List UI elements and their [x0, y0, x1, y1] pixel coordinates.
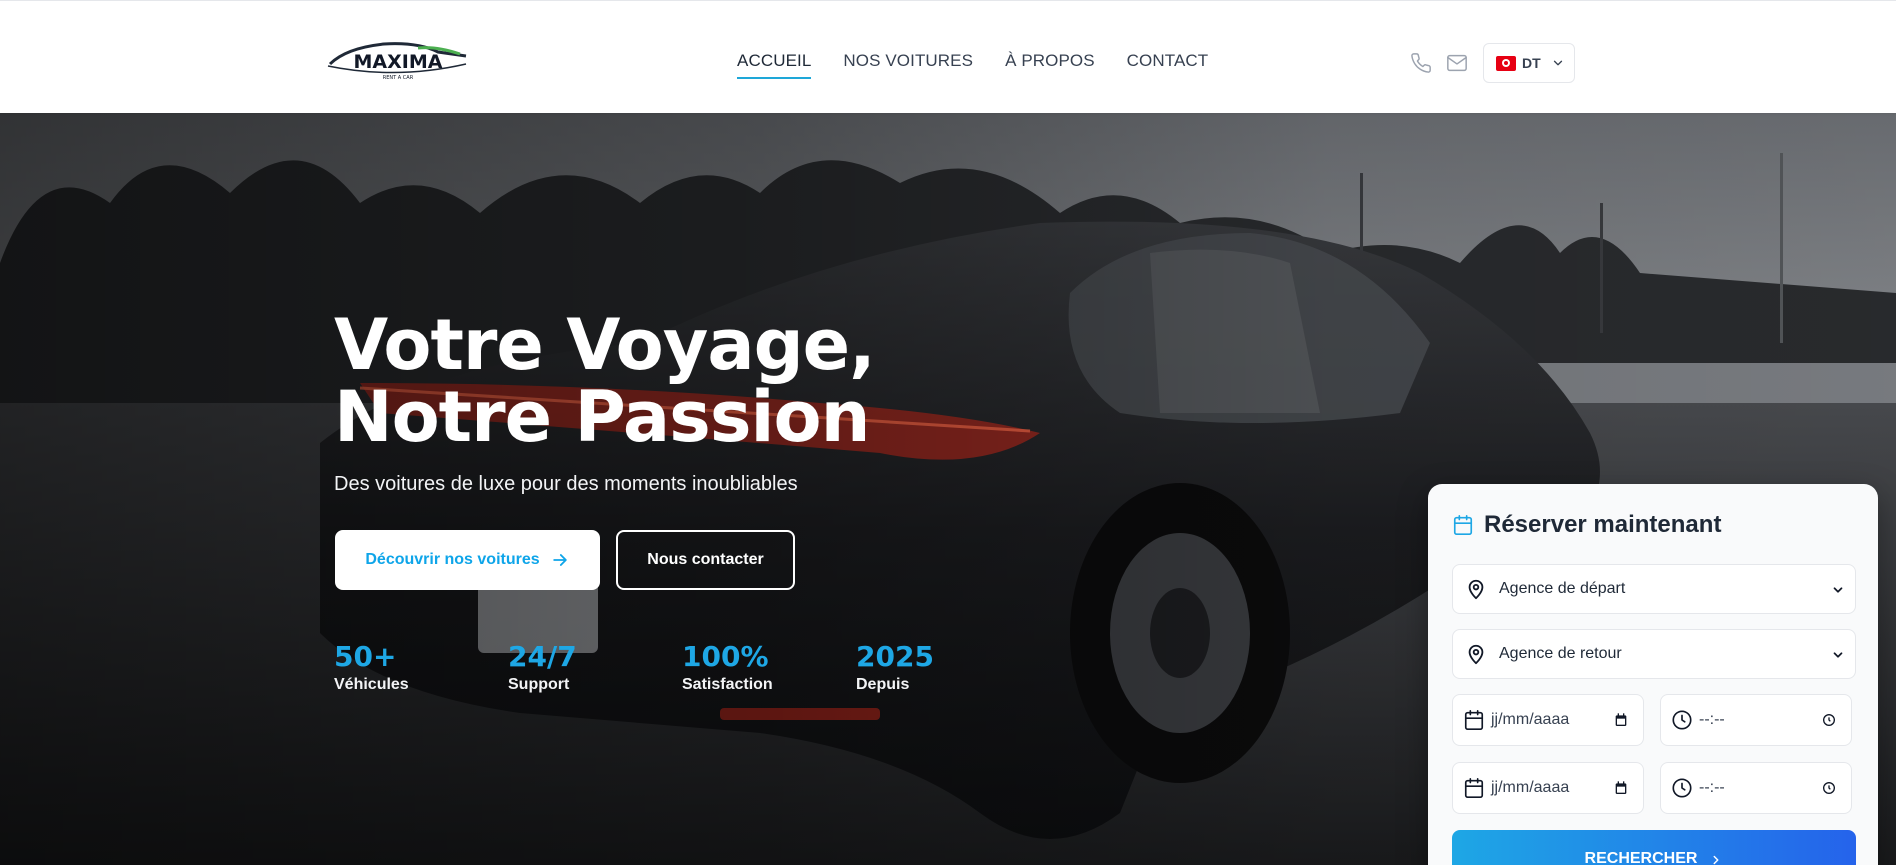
booking-title: Réserver maintenant: [1484, 511, 1722, 538]
pickup-date-input[interactable]: jj/mm/aaaa: [1452, 694, 1644, 746]
stat-value: 100%: [682, 640, 769, 673]
departure-agency-label: Agence de départ: [1499, 580, 1626, 597]
return-date-value: jj/mm/aaaa: [1491, 779, 1570, 796]
currency-label: DT: [1522, 55, 1541, 71]
logo-tagline-text: RENT A CAR: [383, 75, 414, 81]
site-header: MAXIMA RENT A CAR ACCUEIL NOS VOITURES À…: [0, 0, 1896, 113]
return-agency-select[interactable]: Agence de retour: [1452, 629, 1856, 679]
hero-stats: 50+ Véhicules 24/7 Support 100% Satisfac…: [334, 640, 1030, 694]
map-pin-icon: [1468, 644, 1484, 665]
nav-link-a-propos[interactable]: À PROPOS: [1005, 51, 1095, 77]
booking-header: Réserver maintenant: [1452, 511, 1721, 539]
pickup-date-value: jj/mm/aaaa: [1491, 711, 1570, 728]
stat-label: Support: [508, 676, 570, 693]
time-picker-icon[interactable]: [1821, 780, 1837, 796]
maxima-logo[interactable]: MAXIMA RENT A CAR: [326, 34, 470, 88]
return-date-input[interactable]: jj/mm/aaaa: [1452, 762, 1644, 814]
chevron-down-icon: [1833, 587, 1843, 593]
calendar-icon: [1453, 515, 1473, 535]
discover-cars-button[interactable]: Découvrir nos voitures: [335, 530, 600, 590]
stat-support: 24/7 Support: [508, 640, 682, 694]
hero-subtitle: Des voitures de luxe pour des moments in…: [334, 473, 798, 495]
chevron-right-icon: [1713, 855, 1719, 865]
tunisia-flag-icon: [1496, 55, 1516, 71]
nav-link-nos-voitures[interactable]: NOS VOITURES: [843, 51, 973, 77]
stat-vehicles: 50+ Véhicules: [334, 640, 508, 694]
search-button[interactable]: RECHERCHER: [1452, 830, 1856, 865]
nav-link-accueil[interactable]: ACCUEIL: [737, 51, 812, 79]
return-time-value: --:--: [1699, 779, 1725, 796]
car-logo-icon: MAXIMA RENT A CAR: [327, 42, 467, 81]
arrow-right-icon: [552, 554, 567, 566]
contact-us-button[interactable]: Nous contacter: [616, 530, 795, 590]
stat-value: 24/7: [508, 640, 577, 673]
currency-selector[interactable]: DT: [1483, 43, 1575, 83]
main-nav: ACCUEIL NOS VOITURES À PROPOS CONTACT: [737, 51, 1209, 79]
date-picker-icon[interactable]: [1613, 780, 1629, 796]
stat-satisfaction: 100% Satisfaction: [682, 640, 856, 694]
calendar-icon: [1464, 710, 1484, 730]
hero-title: Votre Voyage, Notre Passion: [334, 309, 894, 453]
return-time-input[interactable]: --:--: [1660, 762, 1852, 814]
calendar-icon: [1464, 778, 1484, 798]
mail-icon[interactable]: [1446, 52, 1468, 74]
hero-title-line2: Notre Passion: [334, 376, 870, 458]
clock-icon: [1672, 778, 1692, 798]
stat-label: Véhicules: [334, 676, 409, 693]
pickup-time-value: --:--: [1699, 711, 1725, 728]
date-picker-icon[interactable]: [1613, 712, 1629, 728]
clock-icon: [1672, 710, 1692, 730]
departure-agency-select[interactable]: Agence de départ: [1452, 564, 1856, 614]
phone-icon[interactable]: [1410, 52, 1432, 74]
hero-title-line1: Votre Voyage,: [334, 304, 876, 386]
time-picker-icon[interactable]: [1821, 712, 1837, 728]
stat-value: 50+: [334, 640, 397, 673]
stat-label: Satisfaction: [682, 676, 773, 693]
stat-since: 2025 Depuis: [856, 640, 1030, 694]
map-pin-icon: [1468, 579, 1484, 600]
booking-card: Réserver maintenant Agence de départ Age…: [1428, 484, 1878, 865]
logo-brand-text: MAXIMA: [354, 51, 443, 73]
chevron-down-icon: [1553, 60, 1562, 66]
pickup-time-input[interactable]: --:--: [1660, 694, 1852, 746]
stat-label: Depuis: [856, 676, 910, 693]
return-agency-label: Agence de retour: [1499, 645, 1622, 662]
discover-cars-label: Découvrir nos voitures: [365, 551, 540, 568]
search-button-label: RECHERCHER: [1584, 850, 1698, 865]
chevron-down-icon: [1833, 652, 1843, 658]
stat-value: 2025: [856, 640, 934, 673]
contact-us-label: Nous contacter: [647, 551, 764, 568]
nav-link-contact[interactable]: CONTACT: [1127, 51, 1209, 77]
